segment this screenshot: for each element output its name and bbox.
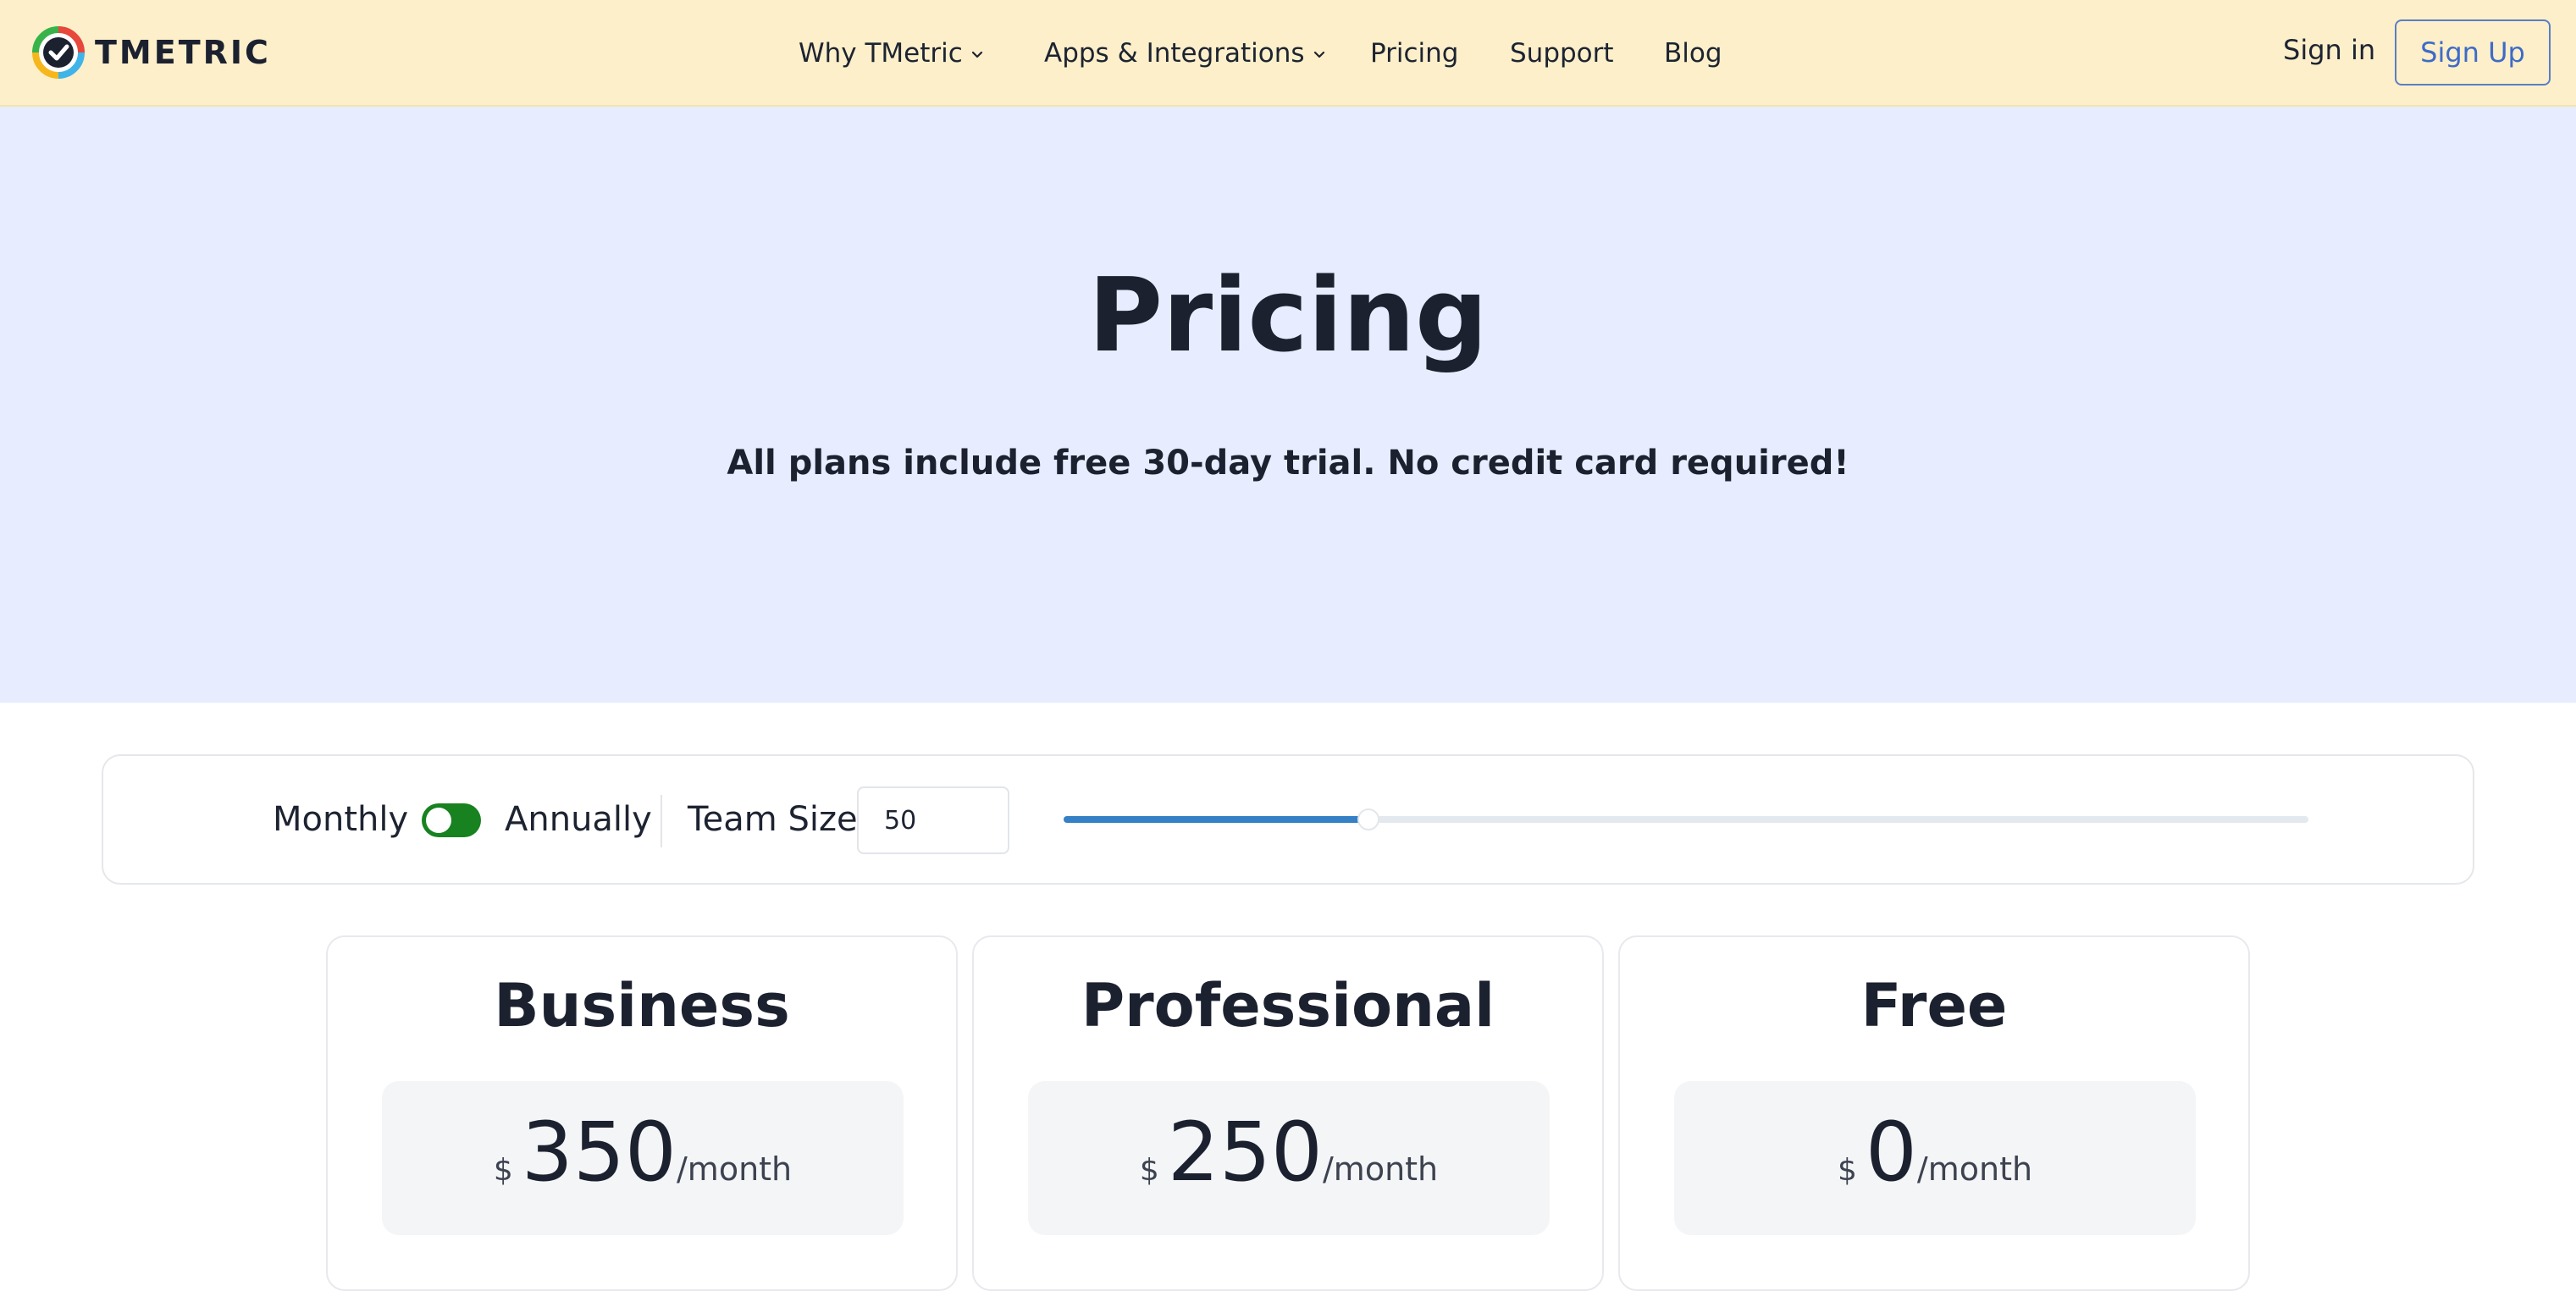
pricing-controls: Monthly Annually Team Size (102, 754, 2474, 885)
tmetric-logo[interactable]: TMETRIC (30, 25, 271, 80)
nav-pricing[interactable]: Pricing (1370, 38, 1510, 69)
price-amount: 0 (1865, 1105, 1917, 1200)
price-amount: 350 (521, 1105, 677, 1200)
plan-name: Business (494, 971, 790, 1040)
nav-support-label: Support (1510, 38, 1614, 69)
price-period: /month (1323, 1150, 1439, 1188)
price-currency: $ (493, 1153, 513, 1188)
team-size-slider[interactable] (1064, 808, 2308, 830)
plan-price: $ 0 /month (1674, 1081, 2196, 1235)
nav-pricing-label: Pricing (1370, 38, 1459, 69)
slider-fill (1064, 816, 1369, 823)
main-nav: Why TMetric Apps & Integrations Pricing … (799, 32, 1740, 74)
price-period: /month (677, 1150, 793, 1188)
nav-apps-integrations-label: Apps & Integrations (1044, 38, 1305, 69)
nav-why-tmetric-label: Why TMetric (799, 38, 963, 69)
hero-subtitle: All plans include free 30-day trial. No … (727, 444, 1849, 483)
nav-apps-integrations[interactable]: Apps & Integrations (1044, 38, 1370, 69)
chevron-down-icon (971, 51, 982, 58)
slider-thumb[interactable] (1357, 808, 1380, 830)
plan-price: $ 250 /month (1028, 1081, 1550, 1235)
billing-monthly-label[interactable]: Monthly (273, 800, 408, 839)
pricing-hero: Pricing All plans include free 30-day tr… (0, 107, 2576, 703)
chevron-down-icon (1313, 51, 1324, 58)
billing-period-toggle[interactable] (422, 803, 481, 837)
toggle-knob (426, 808, 451, 833)
team-size-label: Team Size (688, 800, 858, 839)
price-period: /month (1916, 1150, 2033, 1188)
controls-divider (661, 795, 662, 847)
nav-why-tmetric[interactable]: Why TMetric (799, 38, 1044, 69)
sign-up-button[interactable]: Sign Up (2395, 19, 2551, 86)
nav-blog-label: Blog (1664, 38, 1722, 69)
plan-name: Free (1860, 971, 2008, 1040)
team-size-input[interactable] (857, 786, 1009, 854)
billing-annually-label[interactable]: Annually (505, 800, 652, 839)
sign-in-link[interactable]: Sign in (2283, 34, 2375, 66)
logo-wordmark: TMETRIC (95, 34, 271, 71)
plan-card-professional: Professional $ 250 /month (972, 935, 1604, 1291)
plan-card-free: Free $ 0 /month (1618, 935, 2250, 1291)
price-currency: $ (1837, 1153, 1857, 1188)
plan-name: Professional (1081, 971, 1495, 1040)
plan-card-business: Business $ 350 /month (326, 935, 958, 1291)
price-currency: $ (1139, 1153, 1159, 1188)
nav-blog[interactable]: Blog (1664, 38, 1740, 69)
top-navigation-bar: TMETRIC Why TMetric Apps & Integrations … (0, 0, 2576, 107)
plan-price: $ 350 /month (382, 1081, 904, 1235)
nav-support[interactable]: Support (1510, 38, 1664, 69)
page-title: Pricing (1088, 257, 1488, 375)
tmetric-logo-icon (32, 26, 85, 79)
price-amount: 250 (1167, 1105, 1323, 1200)
